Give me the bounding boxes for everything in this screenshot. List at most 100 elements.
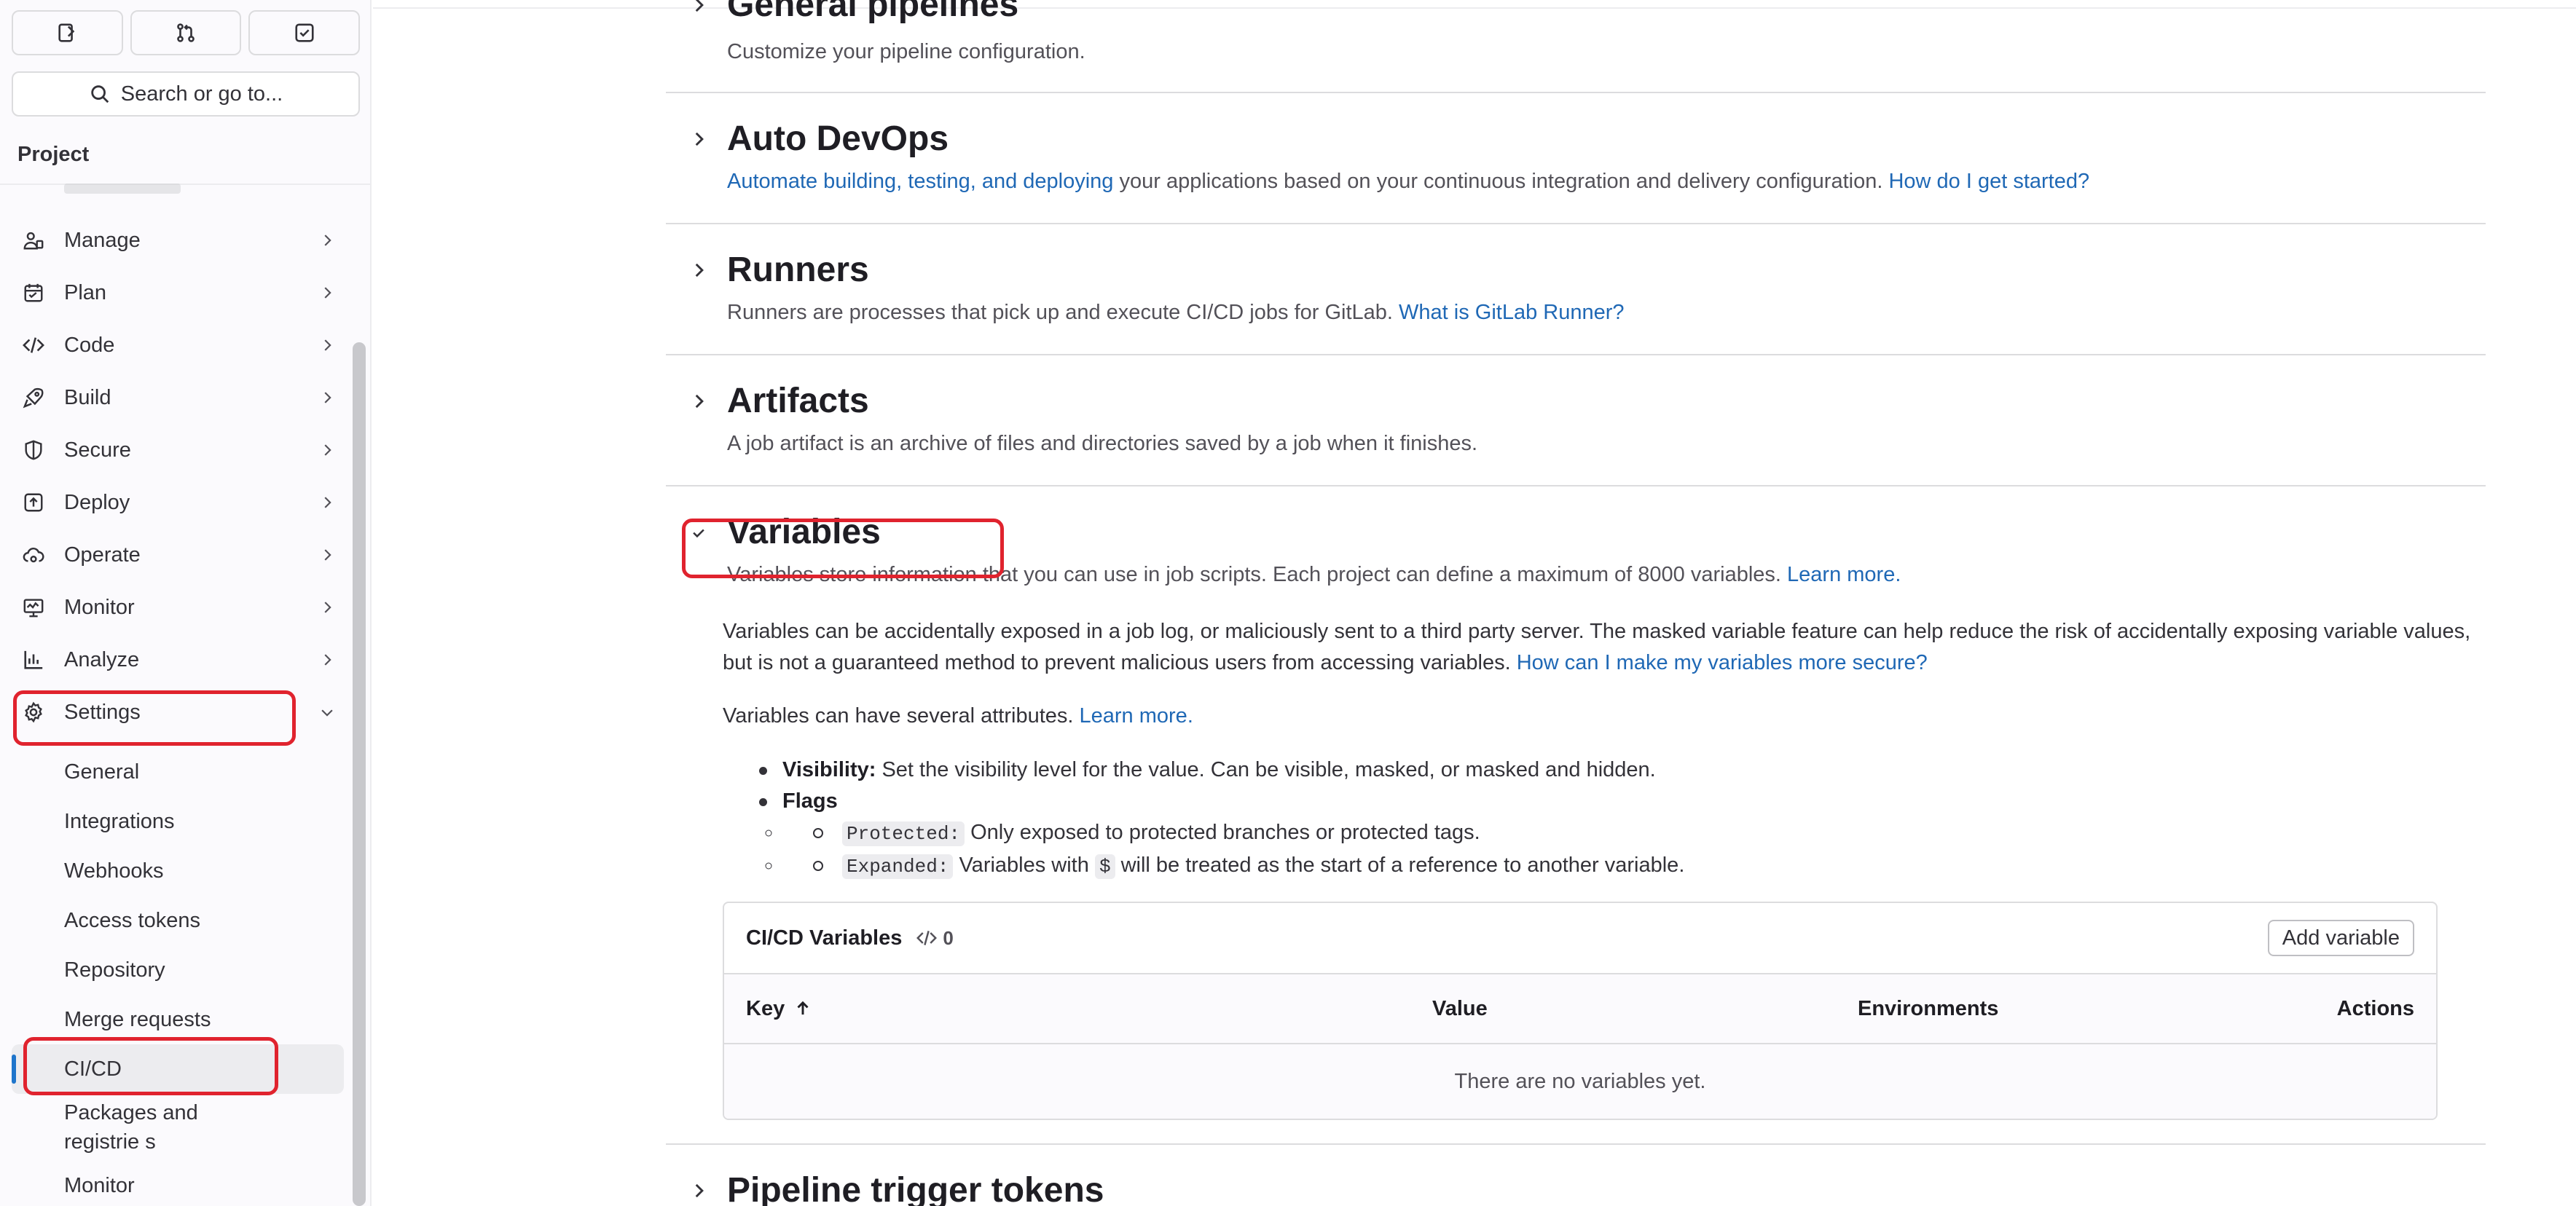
sidebar-item-plan[interactable]: Plan (12, 267, 344, 319)
sidebar: Search or go to... Project Manage Plan C… (0, 0, 372, 1206)
card-title: CI/CD Variables (746, 926, 903, 950)
chevron-right-icon (316, 492, 338, 513)
section-title[interactable]: Auto DevOps (727, 118, 949, 160)
list-item: Protected: Only exposed to protected bra… (782, 817, 2471, 850)
column-environments: Environments (1858, 996, 1999, 1020)
merge-requests-button[interactable] (130, 10, 242, 55)
code-icon (22, 334, 45, 357)
sidebar-subitem-monitor[interactable]: Monitor (12, 1161, 344, 1206)
section-description: Automate building, testing, and deployin… (727, 170, 2090, 193)
chevron-right-icon[interactable] (686, 258, 711, 283)
variables-attributes-list: Visibility: Set the visibility level for… (723, 754, 2471, 883)
section-description: Variables store information that you can… (727, 563, 1901, 586)
sidebar-subitem-packages[interactable]: Packages and registrie s (12, 1094, 274, 1161)
calendar-icon (22, 281, 45, 304)
section-title[interactable]: General pipelines (727, 0, 1018, 26)
chevron-right-icon (316, 596, 338, 618)
cloud-gear-icon (22, 543, 45, 567)
search-icon (91, 85, 109, 103)
list-item: Visibility: Set the visibility level for… (723, 754, 2471, 786)
sidebar-item-operate[interactable]: Operate (12, 529, 344, 581)
chevron-down-icon[interactable] (686, 521, 711, 546)
auto-devops-link[interactable]: Automate building, testing, and deployin… (727, 170, 1113, 193)
rocket-icon (22, 386, 45, 409)
chevron-down-icon (316, 701, 338, 723)
chevron-right-icon[interactable] (686, 127, 711, 151)
deploy-icon (22, 491, 45, 514)
sidebar-scrollbar[interactable] (353, 342, 366, 1206)
users-icon (22, 229, 45, 252)
sidebar-item-deploy[interactable]: Deploy (12, 476, 344, 529)
section-title[interactable]: Variables (727, 511, 881, 553)
secure-variables-link[interactable]: How can I make my variables more secure? (1517, 651, 1928, 674)
empty-state: There are no variables yet. (724, 1044, 2436, 1119)
search-input[interactable]: Search or go to... (12, 71, 360, 117)
section-title[interactable]: Runners (727, 249, 869, 291)
main-content: General pipelines Customize your pipelin… (373, 0, 2576, 1206)
chevron-right-icon[interactable] (686, 1178, 711, 1203)
search-placeholder: Search or go to... (120, 82, 283, 106)
arrow-up-icon (797, 1001, 809, 1015)
section-pipeline-trigger-tokens: Pipeline trigger tokens (666, 1145, 2486, 1206)
section-artifacts: Artifacts A job artifact is an archive o… (666, 355, 2486, 485)
sidebar-subitem-cicd[interactable]: CI/CD (12, 1044, 344, 1094)
column-actions: Actions (2336, 996, 2414, 1020)
sidebar-nav: Manage Plan Code Build Secure Deploy Ope… (12, 214, 344, 738)
sidebar-subitem-repository[interactable]: Repository (12, 945, 344, 995)
get-started-link[interactable]: How do I get started? (1888, 170, 2089, 193)
cicd-variables-card: CI/CD Variables 0 Add variable Key Value… (723, 902, 2438, 1120)
shield-icon (22, 438, 45, 462)
table-header: Key Value Environments Actions (724, 974, 2436, 1044)
sidebar-item-analyze[interactable]: Analyze (12, 634, 344, 686)
sidebar-subitem-merge-requests[interactable]: Merge requests (12, 995, 344, 1044)
code-icon (916, 931, 938, 945)
section-runners: Runners Runners are processes that pick … (666, 224, 2486, 354)
variables-paragraph-1: Variables can be accidentally exposed in… (723, 620, 2471, 674)
sidebar-item-monitor[interactable]: Monitor (12, 581, 344, 634)
chevron-right-icon[interactable] (686, 0, 711, 17)
gear-icon (22, 701, 45, 724)
section-auto-devops: Auto DevOps Automate building, testing, … (666, 93, 2486, 223)
section-title[interactable]: Artifacts (727, 380, 869, 422)
todo-icon (295, 23, 314, 42)
gitlab-runner-link[interactable]: What is GitLab Runner? (1399, 301, 1624, 324)
sidebar-subitem-general[interactable]: General (12, 747, 344, 797)
add-variable-button[interactable]: Add variable (2267, 920, 2414, 956)
section-general-pipelines: General pipelines Customize your pipelin… (666, 0, 2486, 92)
settings-submenu: General Integrations Webhooks Access tok… (12, 747, 344, 1206)
sidebar-subitem-access-tokens[interactable]: Access tokens (12, 896, 344, 945)
chevron-right-icon (316, 334, 338, 356)
chevron-right-icon (316, 439, 338, 461)
variables-count: 0 (916, 927, 954, 950)
column-value: Value (1432, 996, 1488, 1020)
issues-button[interactable] (12, 10, 123, 55)
sidebar-item-build[interactable]: Build (12, 371, 344, 424)
variables-paragraph-2: Variables can have several attributes. L… (723, 704, 1193, 728)
column-key[interactable]: Key (746, 997, 812, 1021)
monitor-icon (22, 596, 45, 619)
variables-learn-more-link[interactable]: Learn more. (1787, 563, 1901, 586)
card-header: CI/CD Variables 0 Add variable (724, 903, 2436, 974)
sidebar-item-code[interactable]: Code (12, 319, 344, 371)
chart-icon (22, 648, 45, 671)
sidebar-item-manage[interactable]: Manage (12, 214, 344, 267)
issues-icon (58, 23, 75, 42)
chevron-right-icon (316, 387, 338, 409)
sidebar-subitem-webhooks[interactable]: Webhooks (12, 846, 344, 896)
chevron-right-icon (316, 229, 338, 251)
chevron-right-icon (316, 282, 338, 304)
chevron-right-icon (316, 544, 338, 566)
section-description: Customize your pipeline configuration. (727, 40, 1085, 63)
chevron-right-icon (316, 649, 338, 671)
sidebar-item-secure[interactable]: Secure (12, 424, 344, 476)
section-title[interactable]: Pipeline trigger tokens (727, 1170, 1104, 1206)
sidebar-subitem-integrations[interactable]: Integrations (12, 797, 344, 846)
chevron-right-icon[interactable] (686, 389, 711, 414)
attributes-learn-more-link[interactable]: Learn more. (1080, 704, 1193, 728)
todos-button[interactable] (248, 10, 361, 55)
merge-request-icon (177, 23, 195, 42)
sidebar-scrolled-item (64, 179, 210, 194)
sidebar-top-buttons (12, 10, 361, 55)
sidebar-item-settings[interactable]: Settings (12, 686, 344, 738)
list-item: Flags Protected: Only exposed to protect… (723, 786, 2471, 883)
